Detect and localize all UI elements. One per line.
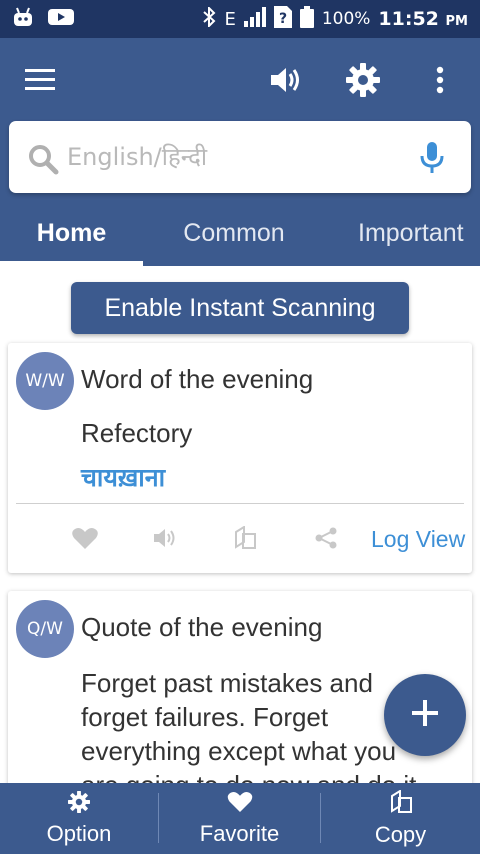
option-button[interactable]: Option xyxy=(0,783,158,854)
bluetooth-icon xyxy=(202,5,216,32)
status-bar: E ? 100% 11:52 PM xyxy=(0,0,480,38)
sim-unknown-icon: ? xyxy=(273,5,292,33)
copy-icon xyxy=(388,788,414,820)
battery-icon xyxy=(299,5,314,33)
log-view-link[interactable]: Log View xyxy=(371,526,465,553)
clock-time: 11:52 xyxy=(378,8,439,30)
heart-icon xyxy=(227,791,253,819)
network-type: E xyxy=(224,8,236,30)
copy-button[interactable]: Copy xyxy=(321,783,480,854)
app-bar xyxy=(0,38,480,120)
settings-icon[interactable] xyxy=(343,58,383,102)
mic-icon[interactable] xyxy=(419,141,445,179)
search-icon[interactable] xyxy=(27,143,59,179)
word-badge: W/W xyxy=(16,352,74,410)
tab-home[interactable]: Home xyxy=(0,200,143,266)
copy-icon[interactable] xyxy=(230,525,260,551)
android-icon xyxy=(12,7,34,31)
speak-volume-icon[interactable] xyxy=(151,525,181,551)
menu-icon[interactable] xyxy=(20,60,60,100)
share-icon[interactable] xyxy=(311,525,341,551)
bottom-nav: Option Favorite Copy xyxy=(0,783,480,854)
word-text: Refectory xyxy=(81,418,193,448)
favorite-button[interactable]: Favorite xyxy=(159,783,320,854)
word-translation: चायख़ाना xyxy=(81,463,166,492)
quote-line: are going to do now and do it xyxy=(81,768,466,783)
word-card: W/W Word of the evening Refectory चायख़ा… xyxy=(8,343,472,573)
clock: 11:52 PM xyxy=(378,8,468,30)
favorite-label: Favorite xyxy=(199,820,280,846)
clock-ampm: PM xyxy=(445,14,468,29)
add-fab-button[interactable] xyxy=(384,674,466,756)
svg-text:?: ? xyxy=(279,11,287,27)
favorite-heart-icon[interactable] xyxy=(70,525,100,551)
signal-icon xyxy=(243,6,266,32)
copy-label: Copy xyxy=(374,821,427,847)
more-vert-icon[interactable] xyxy=(428,60,452,100)
search-input[interactable] xyxy=(67,135,407,179)
plus-icon xyxy=(412,700,438,730)
search-area xyxy=(0,120,480,200)
volume-icon[interactable] xyxy=(264,60,308,100)
quote-card-title: Quote of the evening xyxy=(81,612,323,642)
quote-badge: Q/W xyxy=(16,600,74,658)
search-box xyxy=(9,121,471,193)
tab-common[interactable]: Common xyxy=(160,200,308,266)
enable-scanning-button[interactable]: Enable Instant Scanning xyxy=(71,282,409,334)
gear-icon xyxy=(68,790,90,819)
tab-bar: Home Common Important xyxy=(0,200,480,266)
option-label: Option xyxy=(46,820,112,846)
youtube-icon xyxy=(48,7,74,31)
tab-important[interactable]: Important xyxy=(358,200,480,266)
word-card-title: Word of the evening xyxy=(81,364,314,394)
battery-percent: 100% xyxy=(321,9,371,29)
card-divider xyxy=(16,503,464,504)
